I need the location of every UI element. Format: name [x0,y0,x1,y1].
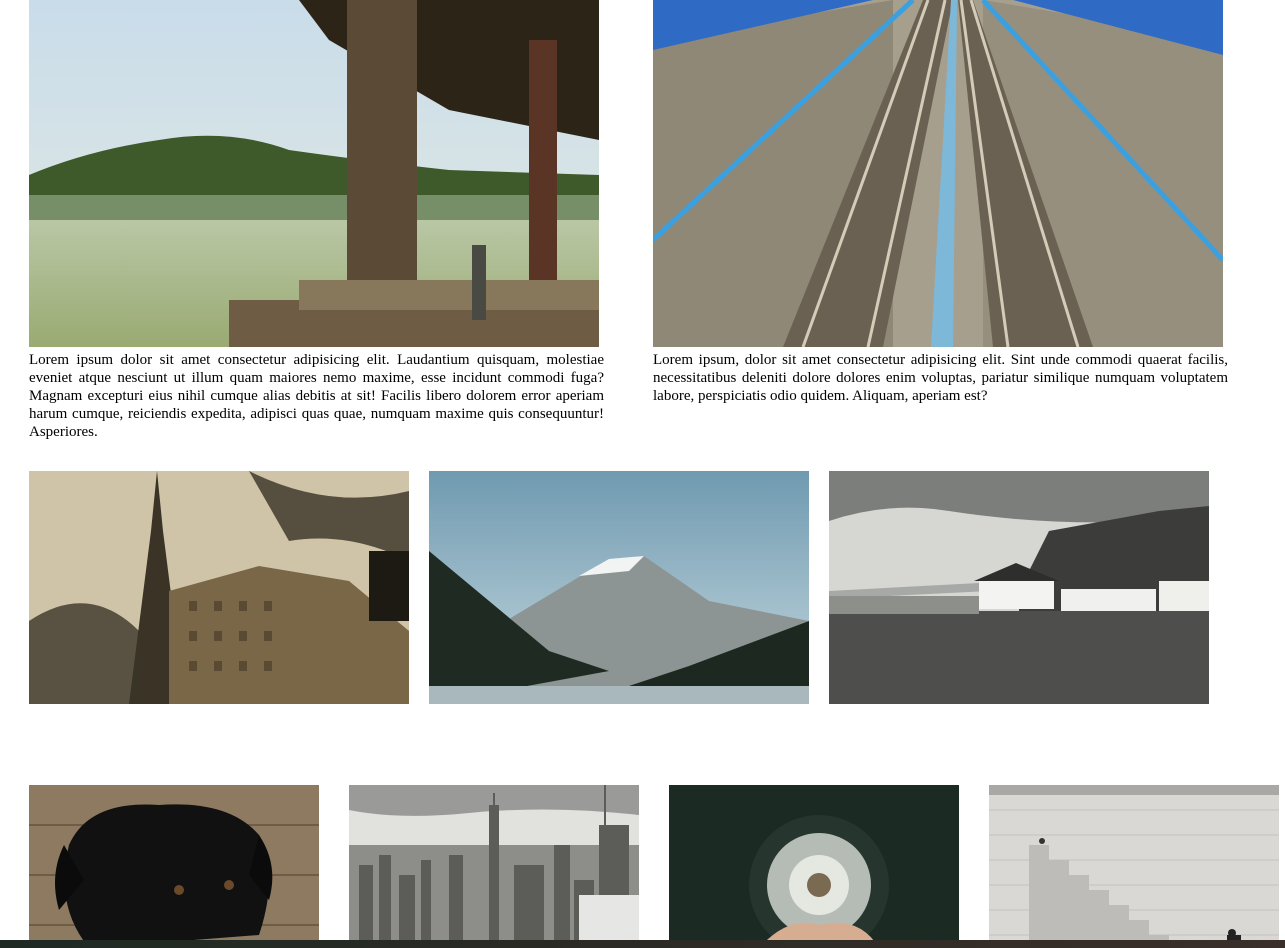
dock-photo-caption: Lorem ipsum dolor sit amet consectetur a… [29,352,604,440]
railway-photo-caption: Lorem ipsum, dolor sit amet consectetur … [653,352,1228,404]
lake-dock-photo [29,0,599,347]
mountain-lake-photo [429,471,809,704]
bottom-bar [0,940,1285,948]
eiffel-tower-photo [29,471,409,704]
city-skyline-photo [349,785,639,948]
coastal-cottages-photo [829,471,1209,704]
dandelion-photo [669,785,959,948]
stone-stairs-photo [989,785,1279,948]
railway-tracks-photo [653,0,1223,347]
black-puppy-photo [29,785,319,948]
